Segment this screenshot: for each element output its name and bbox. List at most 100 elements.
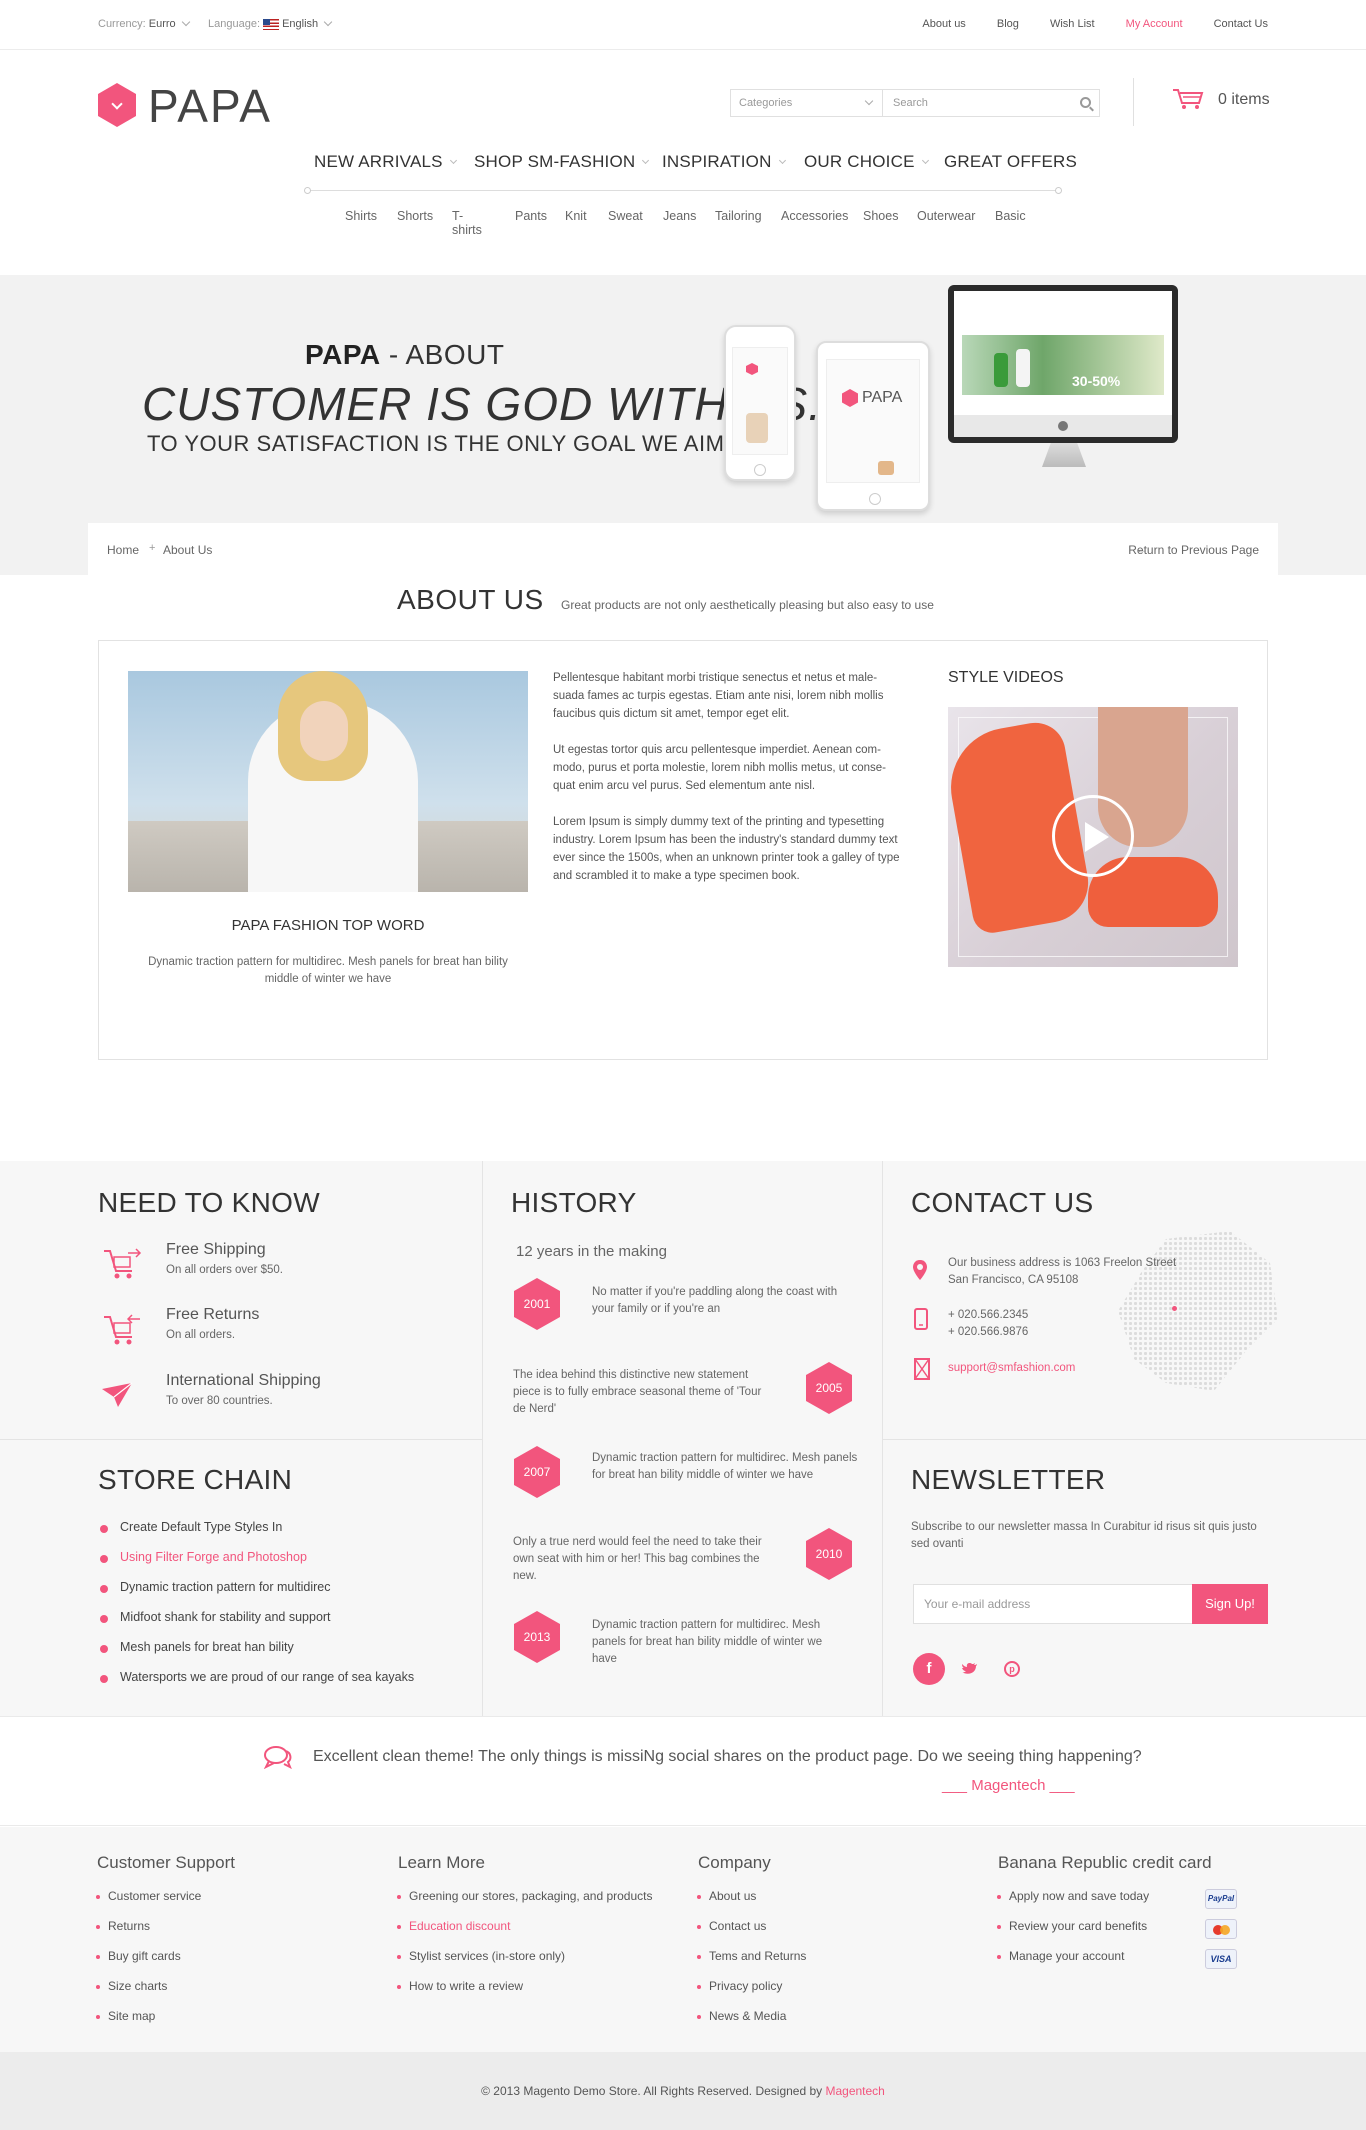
cart-icon[interactable] [1172, 88, 1204, 110]
twitter-icon[interactable] [962, 1662, 978, 1676]
top-link-about[interactable]: About us [922, 18, 965, 30]
newsletter-title: NEWSLETTER [911, 1464, 1106, 1495]
contact-phone1: + 020.566.2345 [948, 1309, 1029, 1321]
top-bar: Currency: Eurro Language: English About … [0, 0, 1366, 50]
footer-link[interactable]: Buy gift cards [96, 1949, 181, 1963]
us-flag-icon [263, 18, 280, 30]
return-link[interactable]: Return to Previous Page [1128, 543, 1259, 557]
divider-dot [1055, 187, 1062, 194]
footer-link[interactable]: Apply now and save today [996, 1889, 1149, 1903]
banner-title: PAPA - ABOUT [305, 339, 505, 370]
footer-col2-title: Learn More [398, 1853, 485, 1872]
contact-address-line2: San Francisco, CA 95108 [948, 1274, 1079, 1286]
top-link-blog[interactable]: Blog [997, 18, 1019, 30]
tablet-mockup: PAPA [816, 341, 930, 511]
footer-link[interactable]: Greening our stores, packaging, and prod… [396, 1889, 652, 1903]
subnav-pants[interactable]: Pants [515, 209, 547, 223]
footer-link[interactable]: Returns [95, 1919, 150, 1933]
footer-link[interactable]: Privacy policy [696, 1979, 782, 1993]
nav-great-offers[interactable]: GREAT OFFERS [944, 152, 1077, 172]
logo[interactable]: PAPA [148, 79, 272, 133]
footer-link[interactable]: How to write a review [396, 1979, 523, 1993]
year-badge-2005: 2005 [806, 1362, 852, 1414]
subnav-outerwear[interactable]: Outerwear [917, 209, 975, 223]
footer-link[interactable]: News & Media [696, 2009, 786, 2023]
subnav-tailoring[interactable]: Tailoring [715, 209, 762, 223]
top-link-contact[interactable]: Contact Us [1214, 18, 1268, 30]
subnav-sweat[interactable]: Sweat [608, 209, 643, 223]
subnav-shirts[interactable]: Shirts [345, 209, 377, 223]
store-chain-item[interactable]: Create Default Type Styles In [120, 1520, 282, 1534]
about-tagline: Great products are not only aestheticall… [561, 598, 934, 612]
history-text-2010: Only a true nerd would feel the need to … [513, 1536, 762, 1582]
subnav-jeans[interactable]: Jeans [663, 209, 696, 223]
store-chain-item[interactable]: Midfoot shank for stability and support [120, 1610, 331, 1624]
nav-our-choice[interactable]: OUR CHOICE [804, 152, 929, 172]
footer-link[interactable]: Size charts [95, 1979, 167, 1993]
footer-col1-title: Customer Support [97, 1853, 235, 1872]
nav-new-arrivals[interactable]: NEW ARRIVALS [314, 152, 457, 172]
contact-title: CONTACT US [911, 1187, 1094, 1218]
feature-text-shipping: On all orders over $50. [166, 1264, 283, 1276]
contact-email-link[interactable]: support@smfashion.com [948, 1362, 1075, 1374]
breadcrumb-home[interactable]: Home [107, 543, 139, 557]
history-text-2007: Dynamic traction pattern for multidirec.… [592, 1452, 858, 1481]
footer-link[interactable]: About us [696, 1889, 756, 1903]
language-switcher[interactable]: Language: English [208, 17, 333, 30]
newsletter-signup-button[interactable]: Sign Up! [1192, 1584, 1268, 1624]
chevron-down-icon [449, 156, 457, 165]
nav-shop-sm-fashion[interactable]: SHOP SM-FASHION [474, 152, 650, 172]
search-input[interactable]: Search [883, 90, 1073, 116]
facebook-icon[interactable]: f [913, 1653, 945, 1685]
currency-switcher[interactable]: Currency: Eurro [98, 17, 190, 30]
subnav-accessories[interactable]: Accessories [781, 209, 848, 223]
footer-link[interactable]: Stylist services (in-store only) [396, 1949, 565, 1963]
store-chain-item[interactable]: Dynamic traction pattern for multidirec [120, 1580, 331, 1594]
pinterest-icon[interactable]: p [1004, 1661, 1020, 1677]
newsletter-email-input[interactable]: Your e-mail address [913, 1584, 1193, 1624]
chevron-down-icon [778, 156, 786, 165]
contact-address-line1: Our business address is 1063 Freelon Str… [948, 1257, 1177, 1269]
info-section: NEED TO KNOW Free Shipping On all orders… [0, 1161, 1366, 1716]
subnav-tshirts[interactable]: T-shirts [452, 209, 482, 237]
footer-link[interactable]: Review your card benefits [996, 1919, 1147, 1933]
returns-cart-icon [104, 1314, 140, 1345]
top-link-wishlist[interactable]: Wish List [1050, 18, 1095, 30]
store-chain-item[interactable]: Watersports we are proud of our range of… [120, 1670, 414, 1684]
video-thumbnail[interactable] [948, 707, 1238, 967]
phone-icon [914, 1308, 928, 1330]
footer-link[interactable]: Tems and Returns [696, 1949, 806, 1963]
subnav-knit[interactable]: Knit [565, 209, 587, 223]
nav-inspiration[interactable]: INSPIRATION [662, 152, 786, 172]
subnav-shoes[interactable]: Shoes [863, 209, 898, 223]
play-button[interactable] [1052, 795, 1134, 877]
store-chain-item[interactable]: Using Filter Forge and Photoshop [120, 1550, 307, 1564]
footer-link[interactable]: Customer service [95, 1889, 201, 1903]
cart-count[interactable]: 0 items [1218, 91, 1270, 109]
store-chain-item[interactable]: Mesh panels for breat han bility [120, 1640, 294, 1654]
email-icon [914, 1358, 930, 1380]
feature-title-returns: Free Returns [166, 1306, 260, 1323]
logo-hex-icon[interactable] [98, 83, 136, 127]
subnav-shorts[interactable]: Shorts [397, 209, 433, 223]
search-icon[interactable] [1080, 97, 1091, 108]
designer-link[interactable]: Magentech [825, 2084, 884, 2098]
chevron-down-icon [864, 96, 874, 106]
footer-link[interactable]: Contact us [696, 1919, 766, 1933]
nav-divider [308, 190, 1058, 191]
divider-dot [304, 187, 311, 194]
footer-link[interactable]: Education discount [396, 1919, 510, 1933]
play-icon [1085, 822, 1109, 852]
list-bullet [100, 1675, 108, 1683]
fashion-photo [128, 671, 528, 892]
header-divider [1133, 78, 1134, 126]
year-badge-2001: 2001 [514, 1278, 560, 1330]
footer-link[interactable]: Manage your account [996, 1949, 1124, 1963]
about-title: ABOUT US [397, 584, 544, 615]
top-link-account[interactable]: My Account [1126, 18, 1183, 30]
subnav-basic[interactable]: Basic [995, 209, 1026, 223]
newsletter-text: Subscribe to our newsletter massa In Cur… [911, 1521, 1257, 1550]
monitor-discount: 30-50% [1072, 373, 1121, 389]
footer-link[interactable]: Site map [95, 2009, 155, 2023]
search-category-select[interactable]: Categories [731, 90, 883, 116]
